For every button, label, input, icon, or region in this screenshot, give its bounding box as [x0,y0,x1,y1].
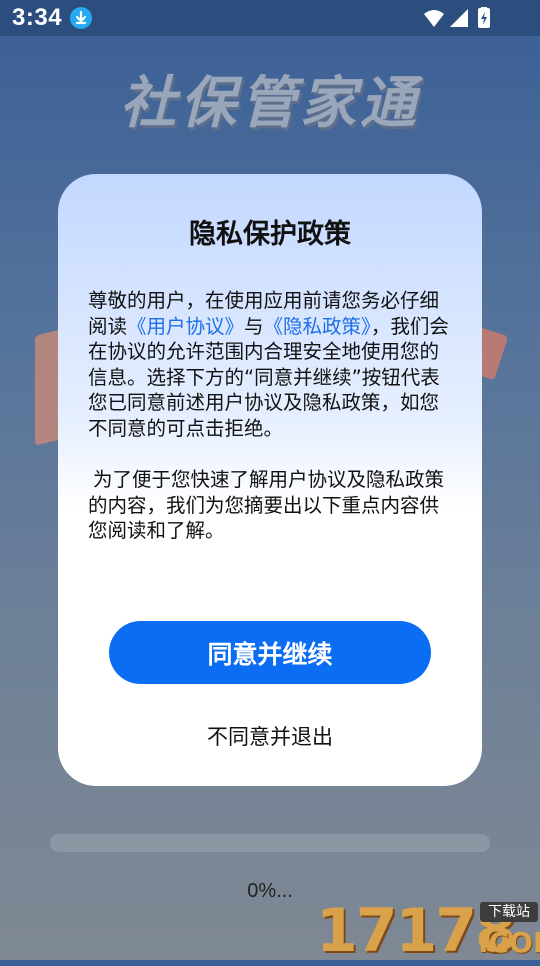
privacy-policy-dialog: 隐私保护政策 尊敬的用户，在使用应用前请您务必仔细阅读《用户协议》与《隐私政策》… [58,174,482,786]
loading-progress-bar [50,834,490,852]
wifi-icon [424,10,444,27]
app-title: 社保管家通 [120,71,420,136]
signal-icon [450,9,468,27]
status-bar: 3:34 [0,0,540,36]
dialog-paragraph-1: 尊敬的用户，在使用应用前请您务必仔细阅读《用户协议》与《隐私政策》，我们会在协议… [88,288,454,441]
agree-and-continue-button[interactable]: 同意并继续 [109,621,431,684]
dialog-paragraph-2: 为了便于您快速了解用户协议及隐私政策的内容，我们为您摘要出以下重点内容供您阅读和… [88,468,445,542]
battery-charging-icon [478,6,490,28]
dialog-title: 隐私保护政策 [189,219,351,250]
dialog-body: 尊敬的用户，在使用应用前请您务必仔细阅读《用户协议》与《隐私政策》，我们会在协议… [88,288,454,544]
watermark-logo: 17178 下载站 .COM [316,896,540,966]
decline-and-exit-button[interactable]: 不同意并退出 [58,720,482,752]
download-icon [70,7,92,29]
privacy-policy-link[interactable]: 《隐私政策》 [264,315,371,338]
paragraph-text-between: 与 [244,314,264,338]
status-icons [422,6,502,29]
watermark-suffix: .COM [478,926,540,959]
status-time: 3:34 [12,4,63,31]
watermark-tag: 下载站 [480,902,538,922]
user-agreement-link[interactable]: 《用户协议》 [127,315,244,338]
